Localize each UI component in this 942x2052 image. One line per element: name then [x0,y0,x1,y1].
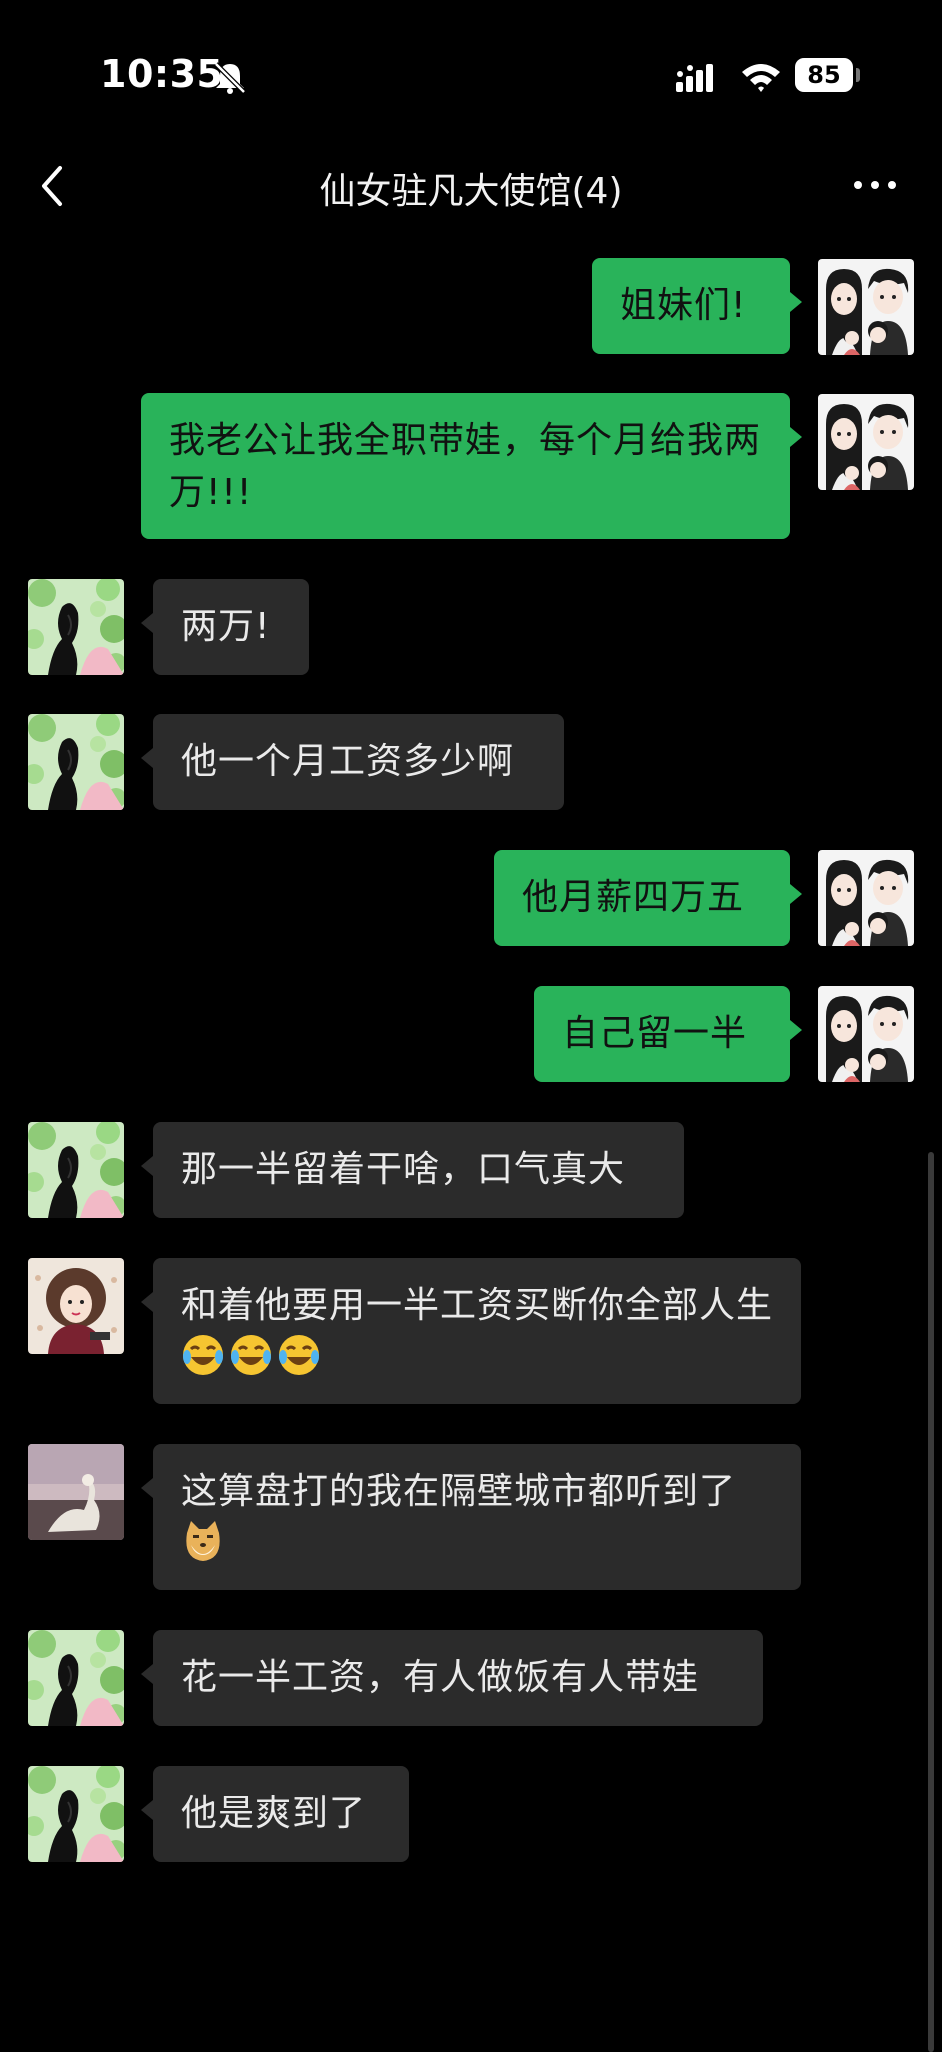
message-bubble[interactable]: 这算盘打的我在隔壁城市都听到了 [141,1444,801,1590]
my-avatar[interactable] [818,259,914,355]
message-bubble[interactable]: 他一个月工资多少啊 [141,714,564,810]
message-text: 两万! [181,606,271,647]
nav-bar: 仙女驻凡大使馆(4) [0,150,942,222]
message-text: 这算盘打的我在隔壁城市都听到了 [181,1471,737,1512]
contact-avatar[interactable] [28,1258,124,1354]
contact-avatar[interactable] [28,579,124,675]
message-text: 自己留一半 [562,1013,748,1054]
message-text: 他是爽到了 [181,1793,367,1834]
wifi-icon [742,64,780,92]
battery-tip [856,68,860,82]
my-avatar[interactable] [818,394,914,490]
message-text: 姐妹们! [620,285,747,326]
status-bar: 10:35 85 [0,0,942,150]
message-text: 他一个月工资多少啊 [181,741,515,782]
status-time: 10:35 [100,52,224,96]
message-bubble[interactable]: 自己留一半 [534,986,802,1082]
contact-avatar[interactable] [28,1122,124,1218]
my-avatar[interactable] [818,986,914,1082]
message-bubble[interactable]: 两万! [141,579,309,675]
message-text: 和着他要用一半工资买断你全部人生 [181,1285,774,1326]
message-bubble[interactable]: 他是爽到了 [141,1766,409,1862]
bell-slash-icon [214,62,246,94]
message-text: 他月薪四万五 [522,877,745,918]
message-text: 花一半工资，有人做饭有人带娃 [181,1657,700,1698]
message-bubble[interactable]: 我老公让我全职带娃，每个月给我两万!!! [141,393,802,539]
contact-avatar[interactable] [28,1630,124,1726]
message-bubble[interactable]: 姐妹们! [592,258,802,354]
message-bubble[interactable]: 那一半留着干啥，口气真大 [141,1122,684,1218]
doge-emoji [181,1519,225,1563]
message-bubble[interactable]: 和着他要用一半工资买断你全部人生 [141,1258,801,1404]
contact-avatar[interactable] [28,1766,124,1862]
more-dots-icon[interactable] [850,170,900,200]
laugh-cry-emoji [229,1333,273,1377]
signal-icon [676,64,713,92]
battery-icon: 85 [795,58,853,92]
message-text: 我老公让我全职带娃，每个月给我两万!!! [169,420,762,513]
contact-avatar[interactable] [28,714,124,810]
message-bubble[interactable]: 花一半工资，有人做饭有人带娃 [141,1630,763,1726]
message-list[interactable]: 姐妹们! 我老公让我全职带娃，每个月给我两万!!! 两万! 他一个月工资多少啊 … [0,222,942,2052]
message-bubble[interactable]: 他月薪四万五 [494,850,802,946]
contact-avatar[interactable] [28,1444,124,1540]
laugh-cry-emoji [181,1333,225,1377]
message-text: 那一半留着干啥，口气真大 [181,1149,626,1190]
chat-title: 仙女驻凡大使馆(4) [319,171,623,212]
laugh-cry-emoji [277,1333,321,1377]
my-avatar[interactable] [818,850,914,946]
scrollbar[interactable] [928,1152,934,2052]
